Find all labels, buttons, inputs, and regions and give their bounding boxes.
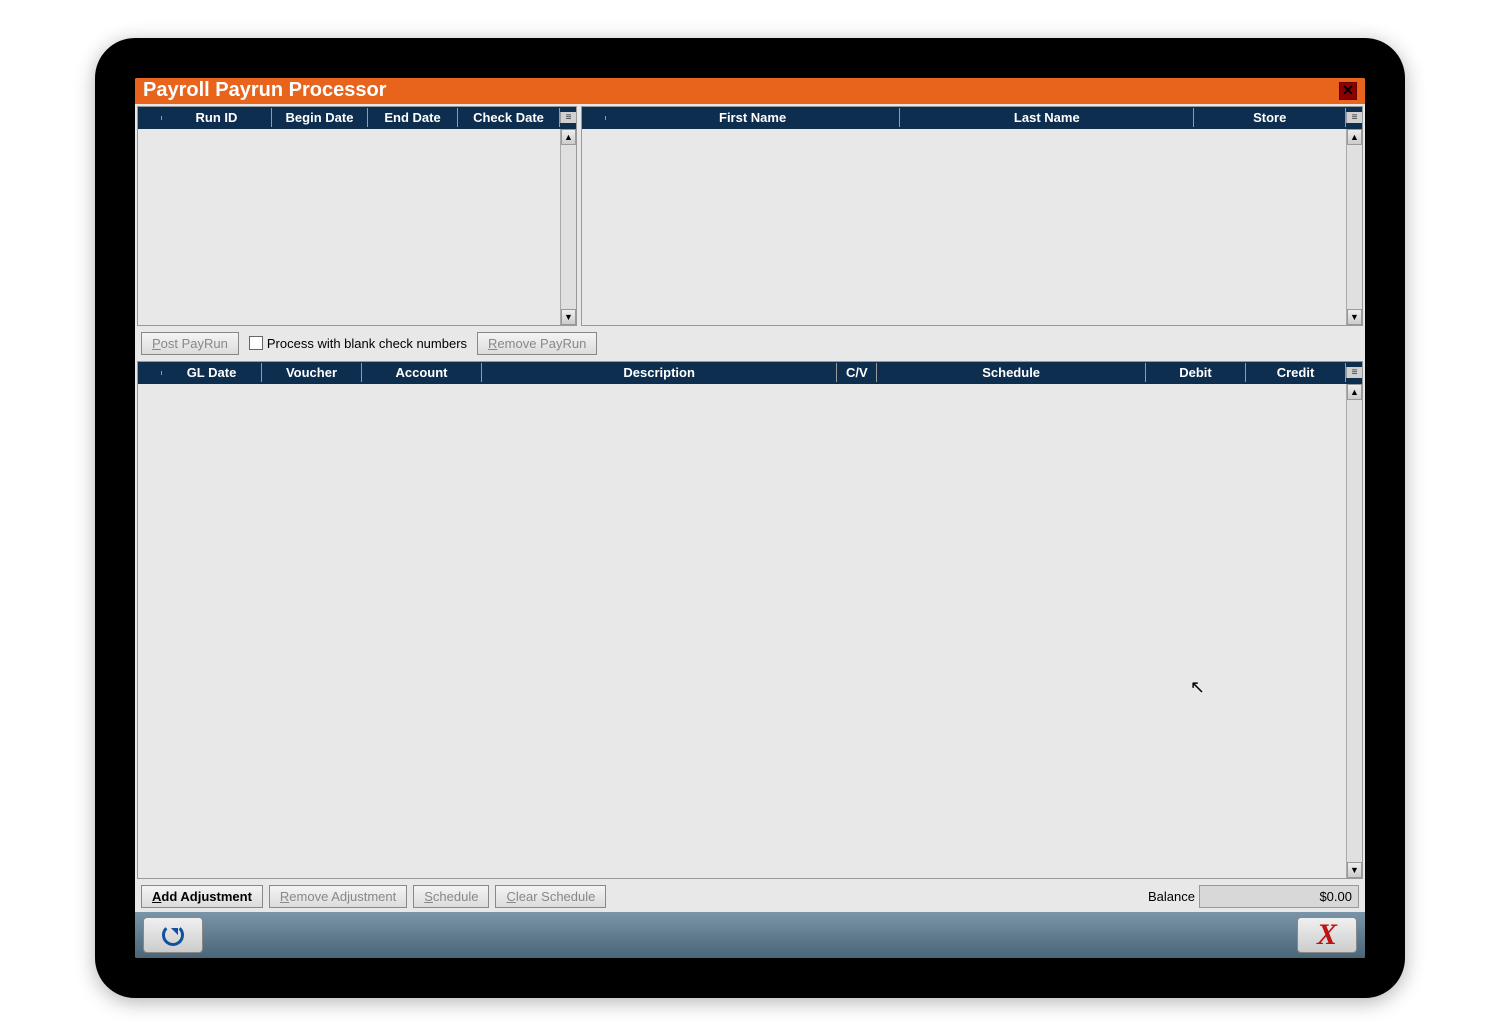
scroll-down-icon[interactable]: ▼: [561, 309, 576, 325]
app-window: Payroll Payrun Processor ✕ Run ID Begin …: [135, 78, 1365, 958]
table-menu-icon[interactable]: ≡: [560, 112, 576, 123]
gl-entries-panel: GL Date Voucher Account Description C/V …: [137, 361, 1363, 879]
employee-table-content[interactable]: [582, 129, 1346, 325]
col-end-date[interactable]: End Date: [368, 108, 458, 127]
col-debit[interactable]: Debit: [1146, 363, 1246, 382]
scrollbar[interactable]: ▲ ▼: [1346, 129, 1362, 325]
scroll-track[interactable]: [1347, 145, 1362, 309]
balance-field: $0.00: [1199, 885, 1359, 908]
payrun-list-panel: Run ID Begin Date End Date Check Date ≡ …: [137, 106, 577, 326]
employee-list-panel: First Name Last Name Store ≡ ▲ ▼: [581, 106, 1363, 326]
remove-payrun-button[interactable]: Remove PayRun: [477, 332, 597, 355]
add-adjustment-button[interactable]: Add Adjustment: [141, 885, 263, 908]
row-selector-col: [138, 116, 162, 120]
remove-adjustment-button[interactable]: Remove Adjustment: [269, 885, 407, 908]
scroll-up-icon[interactable]: ▲: [1347, 384, 1362, 400]
col-credit[interactable]: Credit: [1246, 363, 1346, 382]
col-check-date[interactable]: Check Date: [458, 108, 560, 127]
col-description[interactable]: Description: [482, 363, 837, 382]
clear-schedule-button[interactable]: Clear Schedule: [495, 885, 606, 908]
tablet-frame: Payroll Payrun Processor ✕ Run ID Begin …: [95, 38, 1405, 998]
window-close-button[interactable]: ✕: [1339, 82, 1357, 100]
process-blank-checkbox[interactable]: [249, 336, 263, 350]
schedule-label: chedule: [433, 889, 479, 904]
table-menu-icon[interactable]: ≡: [1346, 112, 1362, 123]
payrun-table-body: ▲ ▼: [138, 129, 576, 325]
scrollbar[interactable]: ▲ ▼: [560, 129, 576, 325]
row-selector-col: [138, 371, 162, 375]
col-voucher[interactable]: Voucher: [262, 363, 362, 382]
add-adjustment-label: dd Adjustment: [161, 889, 252, 904]
col-run-id[interactable]: Run ID: [162, 108, 272, 127]
employee-table-header: First Name Last Name Store ≡: [582, 107, 1362, 129]
scroll-up-icon[interactable]: ▲: [561, 129, 576, 145]
schedule-button[interactable]: Schedule: [413, 885, 489, 908]
footer-bar: X: [135, 912, 1365, 958]
scrollbar[interactable]: ▲ ▼: [1346, 384, 1362, 878]
post-payrun-button[interactable]: Post PayRun: [141, 332, 239, 355]
col-first-name[interactable]: First Name: [606, 108, 900, 127]
upper-panels: Run ID Begin Date End Date Check Date ≡ …: [135, 104, 1365, 328]
gl-table-header: GL Date Voucher Account Description C/V …: [138, 362, 1362, 384]
remove-adjustment-label: emove Adjustment: [289, 889, 396, 904]
col-account[interactable]: Account: [362, 363, 482, 382]
scroll-track[interactable]: [1347, 400, 1362, 862]
col-gl-date[interactable]: GL Date: [162, 363, 262, 382]
close-icon: X: [1317, 918, 1337, 952]
col-begin-date[interactable]: Begin Date: [272, 108, 368, 127]
row-selector-col: [582, 116, 606, 120]
scroll-up-icon[interactable]: ▲: [1347, 129, 1362, 145]
employee-table-body: ▲ ▼: [582, 129, 1362, 325]
scroll-down-icon[interactable]: ▼: [1347, 862, 1362, 878]
scroll-track[interactable]: [561, 145, 576, 309]
col-schedule[interactable]: Schedule: [877, 363, 1146, 382]
refresh-button[interactable]: [143, 917, 203, 953]
gl-table-body: ▲ ▼: [138, 384, 1362, 878]
post-payrun-label: ost PayRun: [161, 336, 228, 351]
balance-label: Balance: [1148, 889, 1195, 904]
scroll-down-icon[interactable]: ▼: [1347, 309, 1362, 325]
exit-button[interactable]: X: [1297, 917, 1357, 953]
balance-wrap: Balance $0.00: [1148, 885, 1359, 908]
payrun-table-content[interactable]: [138, 129, 560, 325]
refresh-icon: [162, 924, 184, 946]
window-title: Payroll Payrun Processor: [143, 79, 386, 102]
process-blank-label: Process with blank check numbers: [267, 336, 467, 351]
process-blank-checkbox-wrap: Process with blank check numbers: [249, 336, 467, 351]
remove-payrun-label: emove PayRun: [497, 336, 586, 351]
payrun-table-header: Run ID Begin Date End Date Check Date ≡: [138, 107, 576, 129]
title-bar: Payroll Payrun Processor ✕: [135, 78, 1365, 104]
table-menu-icon[interactable]: ≡: [1346, 367, 1362, 378]
col-store[interactable]: Store: [1194, 108, 1346, 127]
col-cv[interactable]: C/V: [837, 363, 877, 382]
bottom-toolbar: Add Adjustment Remove Adjustment Schedul…: [135, 881, 1365, 912]
col-last-name[interactable]: Last Name: [900, 108, 1194, 127]
gl-table-content[interactable]: [138, 384, 1346, 878]
clear-schedule-label: lear Schedule: [516, 889, 596, 904]
mid-toolbar: Post PayRun Process with blank check num…: [135, 328, 1365, 359]
